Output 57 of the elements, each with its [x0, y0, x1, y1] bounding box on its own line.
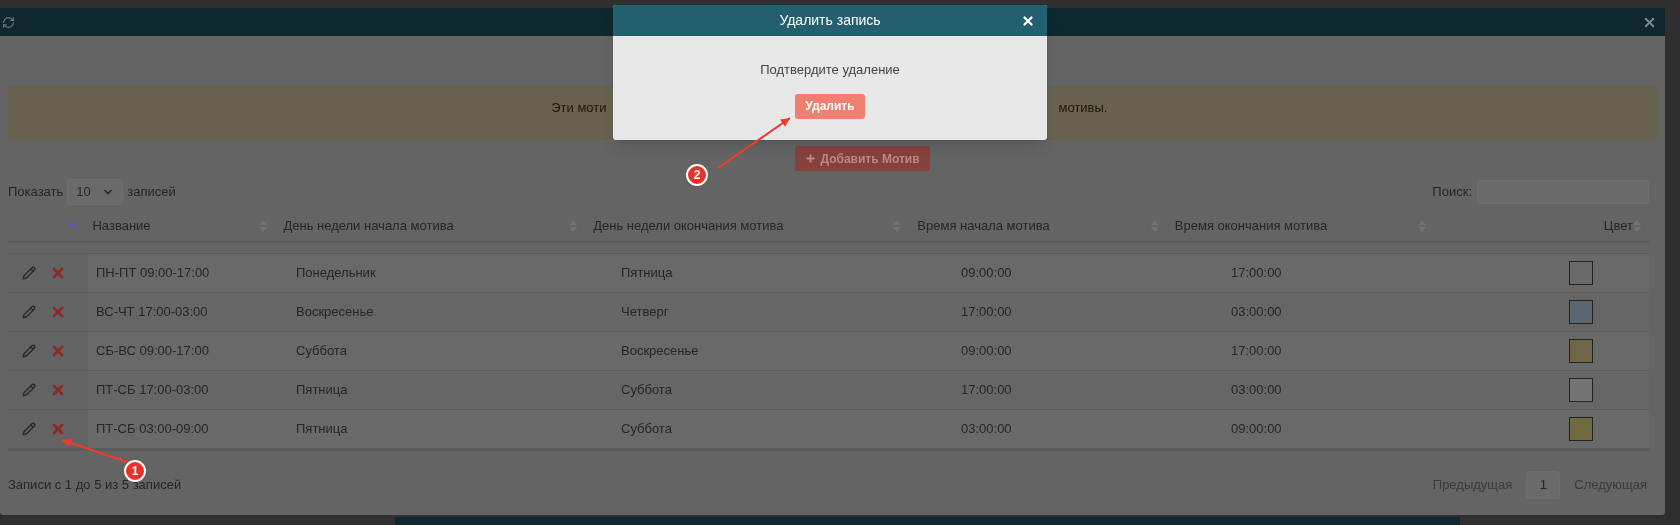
table-cell-text: ПТ-СБ 17:00-03:00	[96, 381, 209, 400]
column-header[interactable]: День недели окончания мотива	[593, 216, 784, 236]
alert-text: Эти моти	[551, 99, 607, 118]
table-cell-text: Воскресенье	[296, 303, 374, 322]
table-cell-text: Воскресенье	[621, 342, 699, 361]
table-cell-text: 17:00:00	[1231, 342, 1282, 361]
dialog-message: Подтвердите удаление	[760, 61, 900, 79]
table-cell-text: 03:00:00	[1231, 303, 1282, 322]
alert-text: мотивы.	[1058, 99, 1108, 118]
show-label: Показать	[8, 183, 64, 202]
table-cell-text: Суббота	[621, 420, 672, 439]
table-cell-text: ПН-ПТ 09:00-17:00	[96, 264, 210, 283]
sort-ascending-icon[interactable]	[68, 219, 77, 227]
edit-icon[interactable]	[22, 344, 36, 358]
table-cell-text: Пятница	[621, 264, 673, 283]
delete-icon[interactable]	[50, 343, 66, 359]
table-cell-text: 09:00:00	[961, 342, 1012, 361]
delete-icon[interactable]	[50, 421, 66, 437]
table-cell-text: Пятница	[296, 420, 348, 439]
table-cell-text: СБ-ВС 09:00-17:00	[96, 342, 209, 361]
records-label: записей	[127, 183, 176, 202]
delete-icon[interactable]	[50, 382, 66, 398]
table-cell-text: Суббота	[621, 381, 672, 400]
search-label: Поиск:	[1432, 183, 1472, 202]
column-header[interactable]: Время окончания мотива	[1174, 216, 1328, 236]
table-cell-text: Суббота	[296, 342, 347, 361]
close-icon[interactable]	[1021, 13, 1035, 28]
table-cell-text: 17:00:00	[961, 303, 1012, 322]
table-cell-text: 09:00:00	[1231, 420, 1282, 439]
table-cell-text: 17:00:00	[1231, 264, 1282, 283]
dialog-title: Удалить запись	[779, 11, 881, 30]
table-cell-text: 09:00:00	[961, 264, 1012, 283]
edit-icon[interactable]	[22, 266, 36, 280]
table-cell-text: Пятница	[296, 381, 348, 400]
column-header[interactable]: Время начала мотива	[917, 216, 1050, 236]
delete-icon[interactable]	[50, 265, 66, 281]
refresh-icon[interactable]	[2, 15, 15, 29]
column-header[interactable]: Название	[92, 216, 151, 236]
table-cell-text: ПТ-СБ 03:00-09:00	[96, 420, 209, 439]
annotation-arrow	[61, 438, 131, 464]
table-cell-text: Четверг	[621, 303, 669, 322]
add-button[interactable]: Добавить Мотив	[795, 146, 930, 171]
table-cell-text: ВС-ЧТ 17:00-03:00	[96, 303, 208, 322]
table-cell-text: 03:00:00	[1231, 381, 1282, 400]
table-cell-text: 17:00:00	[961, 381, 1012, 400]
table-cell-text: 03:00:00	[961, 420, 1012, 439]
delete-button[interactable]: Удалить	[795, 93, 865, 119]
page-button[interactable]: 1	[1526, 471, 1561, 499]
page-size-select[interactable]: 10	[67, 179, 124, 205]
column-header[interactable]: Цвет	[1603, 216, 1633, 236]
table-cell-text: Понедельник	[296, 264, 376, 283]
column-header[interactable]: День недели начала мотива	[283, 216, 454, 236]
delete-icon[interactable]	[50, 304, 66, 320]
plus-icon	[805, 153, 817, 164]
edit-icon[interactable]	[22, 422, 36, 436]
edit-icon[interactable]	[22, 305, 36, 319]
edit-icon[interactable]	[22, 383, 36, 397]
